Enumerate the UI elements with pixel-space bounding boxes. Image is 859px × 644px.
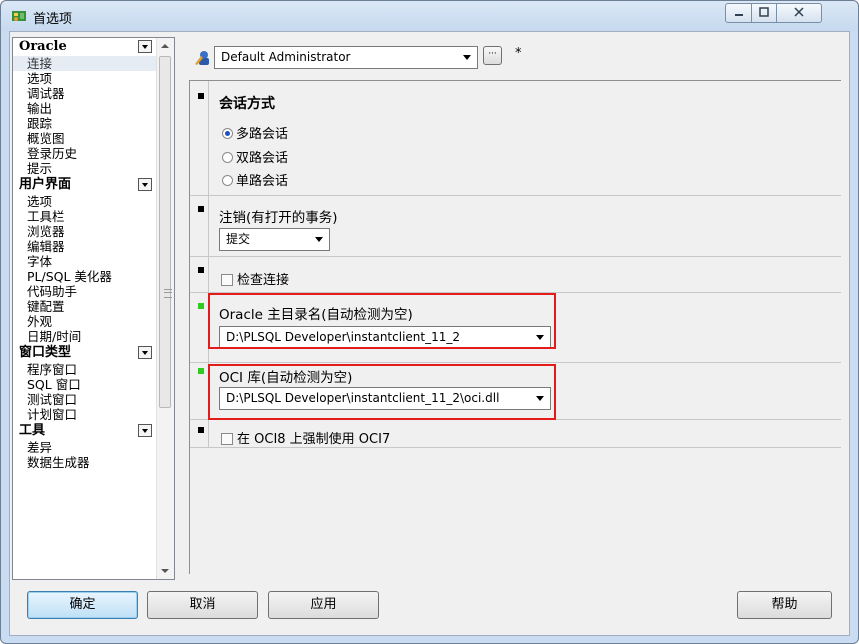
- collapse-dropdown-icon[interactable]: [138, 40, 152, 53]
- collapse-dropdown-icon[interactable]: [138, 424, 152, 437]
- section-divider: [208, 257, 209, 292]
- settings-panel: 会话方式 多路会话 双路会话 单路会话 注销(有打开的事务) 提交 检查连接 O…: [189, 80, 841, 574]
- tree-category[interactable]: 工具: [13, 422, 158, 440]
- tree-item[interactable]: 工具栏: [13, 209, 158, 224]
- radio-label: 多路会话: [236, 127, 289, 142]
- grip-icon: [164, 289, 172, 298]
- administrator-icon: [195, 51, 209, 65]
- cancel-button[interactable]: 取消: [147, 591, 258, 619]
- minimize-icon: [734, 14, 743, 16]
- section-divider: [208, 81, 209, 195]
- force-oci7-section: 在 OCI8 上强制使用 OCI7: [190, 420, 841, 448]
- collapse-dropdown-icon[interactable]: [138, 178, 152, 191]
- session-mode-section: 会话方式 多路会话 双路会话 单路会话: [190, 81, 841, 196]
- chevron-down-icon: [315, 237, 323, 242]
- checkbox-label: 检查连接: [237, 273, 290, 288]
- window-title: 首选项: [33, 12, 73, 27]
- tree-category[interactable]: 窗口类型: [13, 344, 158, 362]
- scroll-up-arrow-icon[interactable]: [161, 44, 169, 48]
- logoff-title: 注销(有打开的事务): [219, 210, 338, 226]
- profile-more-button[interactable]: ···: [483, 46, 502, 65]
- maximize-icon: [759, 7, 769, 17]
- ok-button[interactable]: 确定: [27, 591, 138, 619]
- tree-item[interactable]: 键配置: [13, 299, 158, 314]
- tree-item[interactable]: 选项: [13, 194, 158, 209]
- radio-selected-icon: [222, 128, 233, 139]
- check-connection-checkbox[interactable]: 检查连接: [221, 269, 289, 288]
- setting-changed-marker: [198, 368, 204, 374]
- close-icon: [794, 7, 804, 17]
- session-mode-title: 会话方式: [219, 96, 275, 112]
- maximize-button[interactable]: [751, 3, 777, 23]
- checkbox-unchecked-icon: [221, 433, 233, 445]
- modified-indicator: *: [515, 46, 522, 61]
- tree-category-label: 用户界面: [19, 177, 72, 192]
- tree-item[interactable]: 登录历史: [13, 146, 158, 161]
- oci-library-highlight: [208, 364, 556, 420]
- tree-item[interactable]: 浏览器: [13, 224, 158, 239]
- tree-item[interactable]: 选项: [13, 71, 158, 86]
- close-button[interactable]: [776, 3, 822, 23]
- section-divider: [208, 420, 209, 447]
- tree-item[interactable]: PL/SQL 美化器: [13, 269, 158, 284]
- minimize-button[interactable]: [725, 3, 752, 23]
- setting-default-marker: [198, 267, 204, 273]
- radio-label: 双路会话: [236, 151, 289, 166]
- radio-unselected-icon: [222, 152, 233, 163]
- setting-default-marker: [198, 93, 204, 99]
- scroll-down-arrow-icon[interactable]: [161, 569, 169, 573]
- tree-item[interactable]: 程序窗口: [13, 362, 158, 377]
- tree-category-label: Oracle: [19, 39, 67, 54]
- tree-item[interactable]: 概览图: [13, 131, 158, 146]
- tree-category-label: 窗口类型: [19, 345, 72, 360]
- radio-dual-session[interactable]: 双路会话: [222, 147, 288, 166]
- tree-item[interactable]: 代码助手: [13, 284, 158, 299]
- tree-item[interactable]: 提示: [13, 161, 158, 176]
- tree-item[interactable]: 数据生成器: [13, 455, 158, 470]
- tree-item[interactable]: 差异: [13, 440, 158, 455]
- tree-scrollbar[interactable]: [156, 38, 174, 579]
- help-button[interactable]: 帮助: [737, 591, 832, 619]
- tree-category-label: 工具: [19, 423, 46, 438]
- tree-category[interactable]: 用户界面: [13, 176, 158, 194]
- section-divider: [208, 196, 209, 256]
- force-oci7-checkbox[interactable]: 在 OCI8 上强制使用 OCI7: [221, 428, 390, 447]
- scrollbar-thumb[interactable]: [159, 56, 172, 408]
- tree-item[interactable]: 测试窗口: [13, 392, 158, 407]
- tree-item[interactable]: 输出: [13, 101, 158, 116]
- setting-changed-marker: [198, 303, 204, 309]
- setting-default-marker: [198, 206, 204, 212]
- radio-single-session[interactable]: 单路会话: [222, 170, 288, 189]
- profile-dropdown-value: Default Administrator: [221, 50, 351, 64]
- tree-item[interactable]: 调试器: [13, 86, 158, 101]
- radio-multi-session[interactable]: 多路会话: [222, 123, 288, 142]
- tree-item[interactable]: 字体: [13, 254, 158, 269]
- tree-item[interactable]: 日期/时间: [13, 329, 158, 344]
- tree-item[interactable]: 跟踪: [13, 116, 158, 131]
- preferences-app-icon: [12, 11, 26, 21]
- logoff-section: 注销(有打开的事务) 提交: [190, 196, 841, 257]
- oracle-home-highlight: [208, 293, 556, 349]
- radio-label: 单路会话: [236, 174, 289, 189]
- radio-unselected-icon: [222, 175, 233, 186]
- profile-dropdown[interactable]: Default Administrator: [214, 46, 478, 69]
- tree-item[interactable]: 计划窗口: [13, 407, 158, 422]
- logoff-dropdown-value: 提交: [226, 232, 251, 246]
- tree-item[interactable]: 连接: [13, 56, 158, 71]
- logoff-dropdown[interactable]: 提交: [219, 228, 330, 251]
- tree-category[interactable]: Oracle: [13, 38, 158, 56]
- apply-button[interactable]: 应用: [268, 591, 379, 619]
- check-connection-section: 检查连接: [190, 257, 841, 293]
- tree-item[interactable]: SQL 窗口: [13, 377, 158, 392]
- checkbox-unchecked-icon: [221, 274, 233, 286]
- tree-item[interactable]: 编辑器: [13, 239, 158, 254]
- title-bar: 首选项: [1, 1, 858, 31]
- collapse-dropdown-icon[interactable]: [138, 346, 152, 359]
- category-tree-list: Oracle 连接 选项 调试器 输出 跟踪 概览图 登录历史 提示 用户界面 选项 工具栏 浏览器 编辑…: [13, 38, 158, 470]
- chevron-down-icon: [463, 55, 471, 60]
- category-tree[interactable]: Oracle 连接 选项 调试器 输出 跟踪 概览图 登录历史 提示 用户界面 选项 工具栏 浏览器 编辑…: [12, 37, 175, 580]
- tree-item[interactable]: 外观: [13, 314, 158, 329]
- checkbox-label: 在 OCI8 上强制使用 OCI7: [237, 432, 391, 447]
- setting-default-marker: [198, 427, 204, 433]
